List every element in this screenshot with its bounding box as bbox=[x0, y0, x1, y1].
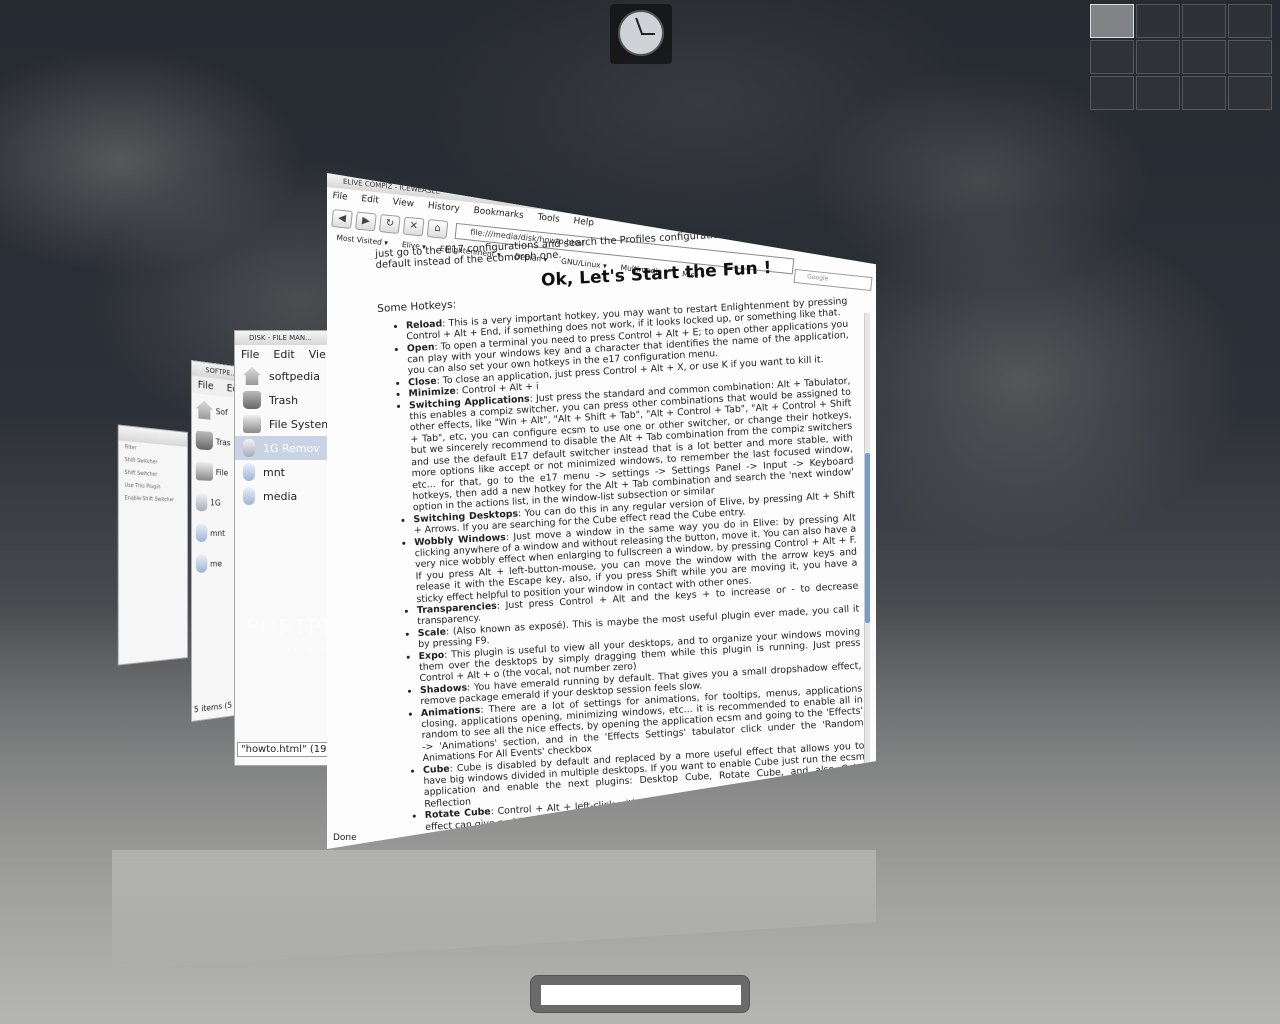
switcher-window-settings[interactable]: Filter Shift Switcher Shift Switcher Use… bbox=[117, 424, 188, 666]
home-icon bbox=[243, 367, 261, 385]
sidebar-item-removable[interactable]: 1G Remov bbox=[235, 436, 329, 460]
pager-desktop[interactable] bbox=[1182, 76, 1226, 110]
bookmark-most-visited[interactable]: Most Visited ▾ bbox=[336, 233, 388, 247]
switcher-window-file-manager-2[interactable]: DISK - FILE MAN... File Edit Vie softped… bbox=[234, 330, 330, 766]
menu-file[interactable]: File bbox=[332, 191, 348, 203]
list-item[interactable]: me bbox=[192, 548, 235, 579]
item-label: media bbox=[263, 489, 298, 503]
enable-checkbox[interactable]: Enable Shift Switcher bbox=[119, 492, 187, 507]
window-titlebar: DISK - FILE MAN... bbox=[235, 331, 329, 345]
item-label: me bbox=[210, 558, 222, 569]
pager-desktop[interactable] bbox=[1182, 4, 1226, 38]
item-label: 1G bbox=[210, 497, 221, 508]
switcher-window-file-manager-1[interactable]: SOFTPE... File Ed Sof Tras File 1G mnt m… bbox=[190, 359, 236, 723]
trash-icon bbox=[243, 391, 261, 409]
pager-desktop[interactable] bbox=[1228, 76, 1272, 110]
pager-desktop[interactable] bbox=[1228, 4, 1272, 38]
menu-tools[interactable]: Tools bbox=[537, 213, 560, 225]
pager-desktop[interactable] bbox=[1182, 40, 1226, 74]
menu-file[interactable]: File bbox=[241, 348, 259, 361]
menu-edit[interactable]: Edit bbox=[361, 194, 379, 206]
switcher-title-field bbox=[541, 985, 741, 1005]
trash-icon bbox=[195, 430, 213, 451]
sidebar-item-home[interactable]: softpedia bbox=[235, 364, 329, 388]
home-icon bbox=[196, 400, 213, 420]
folder-icon bbox=[195, 523, 208, 543]
home-icon[interactable]: ⌂ bbox=[426, 219, 449, 240]
folder-icon bbox=[243, 463, 255, 481]
folder-icon bbox=[195, 554, 208, 573]
desktop-pager[interactable] bbox=[1090, 4, 1278, 114]
stop-icon[interactable]: ✕ bbox=[402, 216, 425, 237]
menu-file[interactable]: File bbox=[198, 379, 214, 392]
clock-gadget[interactable] bbox=[610, 4, 672, 64]
pager-desktop[interactable] bbox=[1136, 4, 1180, 38]
status-text: Done bbox=[333, 833, 357, 843]
back-icon[interactable]: ◀ bbox=[331, 209, 353, 229]
item-label: 1G Remov bbox=[263, 441, 320, 455]
sidebar-item-trash[interactable]: Trash bbox=[235, 388, 329, 412]
sidebar-item-media[interactable]: media bbox=[235, 484, 329, 508]
sidebar-item-filesystem[interactable]: File System bbox=[235, 412, 329, 436]
list-item[interactable]: Sof bbox=[192, 393, 235, 428]
pager-desktop[interactable] bbox=[1090, 76, 1134, 110]
usb-icon bbox=[243, 439, 255, 457]
menu-help[interactable]: Help bbox=[573, 216, 594, 228]
menu-view[interactable]: Vie bbox=[309, 348, 326, 361]
item-label: Tras bbox=[215, 436, 231, 448]
list-item[interactable]: File bbox=[192, 455, 235, 488]
sidebar-item-mnt[interactable]: mnt bbox=[235, 460, 329, 484]
item-label: Trash bbox=[269, 393, 299, 407]
hotkey-list: Reload: This is a very important hotkey,… bbox=[378, 296, 867, 835]
menu-view[interactable]: View bbox=[392, 197, 414, 209]
page-content: just go to the E17 configurations and se… bbox=[375, 223, 867, 835]
item-label: mnt bbox=[263, 465, 285, 479]
status-text: 5 items (5 bbox=[193, 700, 233, 715]
reload-icon[interactable]: ↻ bbox=[378, 214, 401, 235]
forward-icon[interactable]: ▶ bbox=[354, 211, 377, 232]
item-label: File System bbox=[269, 417, 330, 431]
status-text: "howto.html" (19 bbox=[237, 742, 329, 757]
menubar: File Edit Vie bbox=[235, 345, 329, 364]
pager-desktop[interactable] bbox=[1090, 40, 1134, 74]
disk-icon bbox=[243, 415, 261, 433]
item-label: Sof bbox=[215, 406, 228, 417]
list-item[interactable]: 1G bbox=[192, 486, 235, 518]
pager-desktop[interactable] bbox=[1136, 76, 1180, 110]
disk-icon bbox=[195, 461, 213, 481]
item-label: softpedia bbox=[269, 369, 320, 383]
item-label: mnt bbox=[210, 528, 226, 538]
clock-icon bbox=[618, 10, 664, 56]
folder-icon bbox=[243, 487, 255, 505]
menu-bookmarks[interactable]: Bookmarks bbox=[473, 206, 524, 221]
pager-desktop[interactable] bbox=[1090, 4, 1134, 38]
pager-desktop[interactable] bbox=[1136, 40, 1180, 74]
vertical-scrollbar[interactable] bbox=[864, 313, 870, 773]
scrollbar-thumb[interactable] bbox=[865, 453, 870, 623]
menu-history[interactable]: History bbox=[427, 201, 460, 214]
menu-edit[interactable]: Edit bbox=[273, 348, 294, 361]
list-item[interactable]: mnt bbox=[192, 517, 235, 548]
switcher-taskbar bbox=[530, 975, 750, 1013]
list-item[interactable]: Tras bbox=[192, 424, 235, 458]
usb-icon bbox=[195, 492, 208, 512]
pager-desktop[interactable] bbox=[1228, 40, 1272, 74]
item-label: File bbox=[215, 467, 229, 478]
switcher-window-browser[interactable]: ELIVE COMPIZ - ICEWEASEL File Edit View … bbox=[327, 173, 876, 849]
